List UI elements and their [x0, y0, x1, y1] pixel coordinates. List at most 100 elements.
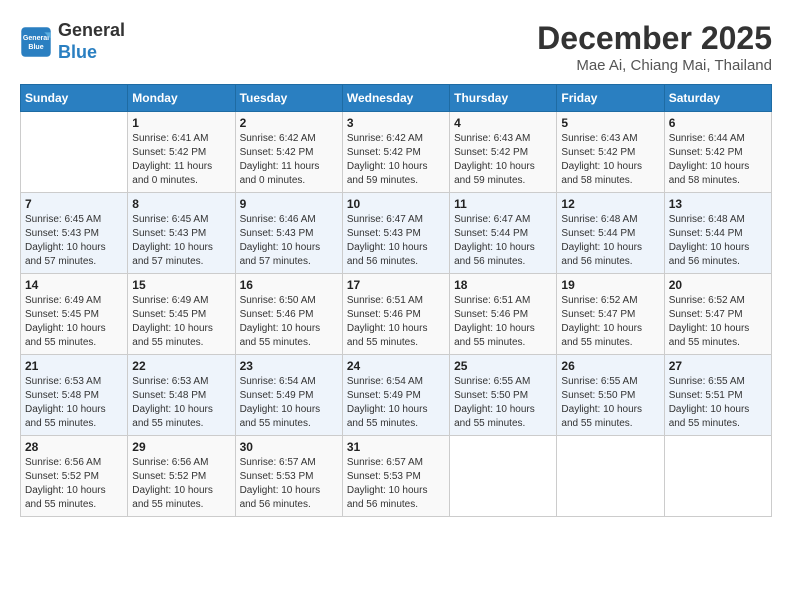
day-number: 26: [561, 359, 659, 373]
day-info: Sunrise: 6:54 AM Sunset: 5:49 PM Dayligh…: [240, 375, 338, 431]
day-number: 6: [669, 116, 767, 130]
day-number: 27: [669, 359, 767, 373]
day-info: Sunrise: 6:41 AM Sunset: 5:42 PM Dayligh…: [132, 132, 230, 188]
day-number: 3: [347, 116, 445, 130]
calendar-cell: [21, 112, 128, 193]
page-header: General Blue General Blue December 2025 …: [20, 20, 772, 74]
day-number: 25: [454, 359, 552, 373]
calendar-table: SundayMondayTuesdayWednesdayThursdayFrid…: [20, 84, 772, 517]
day-number: 2: [240, 116, 338, 130]
day-number: 18: [454, 278, 552, 292]
day-info: Sunrise: 6:51 AM Sunset: 5:46 PM Dayligh…: [454, 294, 552, 350]
month-title: December 2025: [537, 20, 772, 57]
calendar-cell: 19Sunrise: 6:52 AM Sunset: 5:47 PM Dayli…: [557, 274, 664, 355]
day-number: 23: [240, 359, 338, 373]
day-info: Sunrise: 6:52 AM Sunset: 5:47 PM Dayligh…: [669, 294, 767, 350]
calendar-cell: 28Sunrise: 6:56 AM Sunset: 5:52 PM Dayli…: [21, 436, 128, 517]
day-info: Sunrise: 6:55 AM Sunset: 5:50 PM Dayligh…: [561, 375, 659, 431]
calendar-cell: 26 Sunrise: 6:55 AM Sunset: 5:50 PM Dayli…: [557, 355, 664, 436]
week-row-5: 28Sunrise: 6:56 AM Sunset: 5:52 PM Dayli…: [21, 436, 772, 517]
day-info: Sunrise: 6:47 AM Sunset: 5:43 PM Dayligh…: [347, 213, 445, 269]
day-info: Sunrise: 6:48 AM Sunset: 5:44 PM Dayligh…: [669, 213, 767, 269]
day-info: Sunrise: 6:56 AM Sunset: 5:52 PM Dayligh…: [132, 456, 230, 512]
logo-icon: General Blue: [20, 26, 52, 58]
calendar-cell: 21 Sunrise: 6:53 AM Sunset: 5:48 PM Dayli…: [21, 355, 128, 436]
day-info: Sunrise: 6:50 AM Sunset: 5:46 PM Dayligh…: [240, 294, 338, 350]
calendar-cell: [664, 436, 771, 517]
day-number: 8: [132, 197, 230, 211]
day-info: Sunrise: 6:51 AM Sunset: 5:46 PM Dayligh…: [347, 294, 445, 350]
header-sunday: Sunday: [21, 85, 128, 112]
calendar-cell: 31 Sunrise: 6:57 AM Sunset: 5:53 PM Dayli…: [342, 436, 449, 517]
calendar-cell: 1Sunrise: 6:41 AM Sunset: 5:42 PM Daylig…: [128, 112, 235, 193]
day-info: Sunrise: 6:48 AM Sunset: 5:44 PM Dayligh…: [561, 213, 659, 269]
day-info: Sunrise: 6:55 AM Sunset: 5:51 PM Dayligh…: [669, 375, 767, 431]
day-info: Sunrise: 6:53 AM Sunset: 5:48 PM Dayligh…: [25, 375, 123, 431]
day-info: Sunrise: 6:52 AM Sunset: 5:47 PM Dayligh…: [561, 294, 659, 350]
day-info: Sunrise: 6:53 AM Sunset: 5:48 PM Dayligh…: [132, 375, 230, 431]
day-number: 15: [132, 278, 230, 292]
day-number: 31: [347, 440, 445, 454]
logo-line2: Blue: [58, 42, 125, 64]
calendar-cell: 14 Sunrise: 6:49 AM Sunset: 5:45 PM Dayli…: [21, 274, 128, 355]
day-number: 17: [347, 278, 445, 292]
day-number: 5: [561, 116, 659, 130]
header-monday: Monday: [128, 85, 235, 112]
calendar-cell: 30Sunrise: 6:57 AM Sunset: 5:53 PM Dayli…: [235, 436, 342, 517]
day-info: Sunrise: 6:49 AM Sunset: 5:45 PM Dayligh…: [132, 294, 230, 350]
day-info: Sunrise: 6:44 AM Sunset: 5:42 PM Dayligh…: [669, 132, 767, 188]
day-info: Sunrise: 6:43 AM Sunset: 5:42 PM Dayligh…: [561, 132, 659, 188]
calendar-cell: 17 Sunrise: 6:51 AM Sunset: 5:46 PM Dayli…: [342, 274, 449, 355]
day-number: 4: [454, 116, 552, 130]
day-number: 12: [561, 197, 659, 211]
calendar-header-row: SundayMondayTuesdayWednesdayThursdayFrid…: [21, 85, 772, 112]
day-info: Sunrise: 6:45 AM Sunset: 5:43 PM Dayligh…: [25, 213, 123, 269]
calendar-cell: 3Sunrise: 6:42 AM Sunset: 5:42 PM Daylig…: [342, 112, 449, 193]
calendar-cell: 12 Sunrise: 6:48 AM Sunset: 5:44 PM Dayli…: [557, 193, 664, 274]
location-subtitle: Mae Ai, Chiang Mai, Thailand: [537, 57, 772, 74]
calendar-cell: 11Sunrise: 6:47 AM Sunset: 5:44 PM Dayli…: [450, 193, 557, 274]
calendar-cell: 27 Sunrise: 6:55 AM Sunset: 5:51 PM Dayli…: [664, 355, 771, 436]
week-row-3: 14 Sunrise: 6:49 AM Sunset: 5:45 PM Dayli…: [21, 274, 772, 355]
day-info: Sunrise: 6:46 AM Sunset: 5:43 PM Dayligh…: [240, 213, 338, 269]
logo-line1: General: [58, 20, 125, 42]
calendar-cell: 24 Sunrise: 6:54 AM Sunset: 5:49 PM Dayli…: [342, 355, 449, 436]
title-area: December 2025 Mae Ai, Chiang Mai, Thaila…: [537, 20, 772, 74]
day-info: Sunrise: 6:57 AM Sunset: 5:53 PM Dayligh…: [240, 456, 338, 512]
calendar-cell: 10 Sunrise: 6:47 AM Sunset: 5:43 PM Dayli…: [342, 193, 449, 274]
week-row-4: 21 Sunrise: 6:53 AM Sunset: 5:48 PM Dayli…: [21, 355, 772, 436]
day-info: Sunrise: 6:54 AM Sunset: 5:49 PM Dayligh…: [347, 375, 445, 431]
calendar-cell: [450, 436, 557, 517]
day-number: 22: [132, 359, 230, 373]
calendar-cell: 18 Sunrise: 6:51 AM Sunset: 5:46 PM Dayli…: [450, 274, 557, 355]
calendar-cell: 25Sunrise: 6:55 AM Sunset: 5:50 PM Dayli…: [450, 355, 557, 436]
day-number: 14: [25, 278, 123, 292]
header-wednesday: Wednesday: [342, 85, 449, 112]
calendar-cell: 13Sunrise: 6:48 AM Sunset: 5:44 PM Dayli…: [664, 193, 771, 274]
day-number: 24: [347, 359, 445, 373]
day-info: Sunrise: 6:42 AM Sunset: 5:42 PM Dayligh…: [240, 132, 338, 188]
calendar-cell: 29 Sunrise: 6:56 AM Sunset: 5:52 PM Dayli…: [128, 436, 235, 517]
logo: General Blue General Blue: [20, 20, 125, 63]
header-tuesday: Tuesday: [235, 85, 342, 112]
day-info: Sunrise: 6:49 AM Sunset: 5:45 PM Dayligh…: [25, 294, 123, 350]
calendar-cell: 15 Sunrise: 6:49 AM Sunset: 5:45 PM Dayli…: [128, 274, 235, 355]
header-friday: Friday: [557, 85, 664, 112]
day-number: 9: [240, 197, 338, 211]
day-info: Sunrise: 6:43 AM Sunset: 5:42 PM Dayligh…: [454, 132, 552, 188]
day-info: Sunrise: 6:57 AM Sunset: 5:53 PM Dayligh…: [347, 456, 445, 512]
week-row-2: 7Sunrise: 6:45 AM Sunset: 5:43 PM Daylig…: [21, 193, 772, 274]
header-thursday: Thursday: [450, 85, 557, 112]
day-number: 16: [240, 278, 338, 292]
day-info: Sunrise: 6:45 AM Sunset: 5:43 PM Dayligh…: [132, 213, 230, 269]
day-number: 10: [347, 197, 445, 211]
calendar-cell: [557, 436, 664, 517]
header-saturday: Saturday: [664, 85, 771, 112]
calendar-cell: 5 Sunrise: 6:43 AM Sunset: 5:42 PM Daylig…: [557, 112, 664, 193]
day-number: 29: [132, 440, 230, 454]
svg-text:General: General: [23, 35, 49, 42]
day-number: 20: [669, 278, 767, 292]
day-number: 11: [454, 197, 552, 211]
calendar-cell: 7Sunrise: 6:45 AM Sunset: 5:43 PM Daylig…: [21, 193, 128, 274]
day-number: 21: [25, 359, 123, 373]
